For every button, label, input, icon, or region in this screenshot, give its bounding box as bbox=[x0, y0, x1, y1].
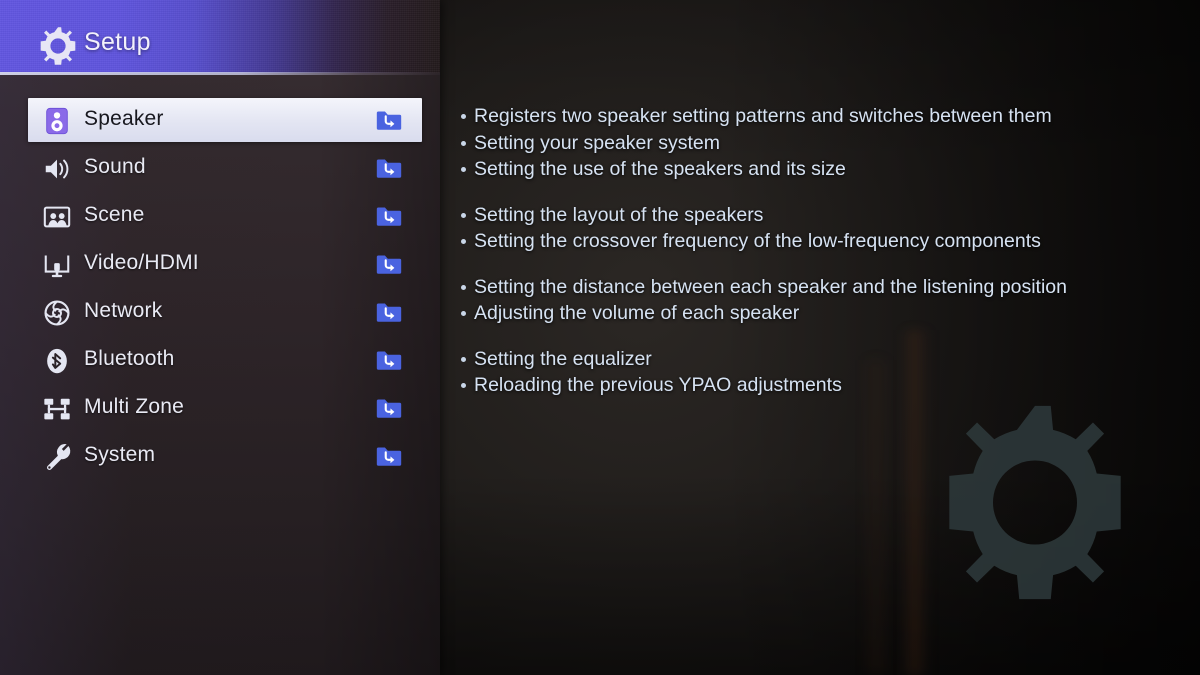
folder-enter-icon[interactable] bbox=[376, 349, 402, 371]
description-group: Setting the layout of the speakers Setti… bbox=[460, 202, 1160, 255]
description-group: Registers two speaker setting patterns a… bbox=[460, 103, 1160, 183]
folder-enter-icon[interactable] bbox=[376, 109, 402, 131]
folder-enter-icon[interactable] bbox=[376, 205, 402, 227]
sidebar-item-sound[interactable]: Sound bbox=[0, 144, 440, 192]
gear-icon bbox=[40, 27, 76, 65]
sidebar-item-multi-zone[interactable]: Multi Zone bbox=[0, 384, 440, 432]
gear-watermark-icon bbox=[949, 405, 1121, 600]
sidebar-item-label: Network bbox=[84, 299, 163, 322]
sidebar-item-scene-row[interactable]: Scene bbox=[28, 194, 422, 238]
description-bullet: Setting the distance between each speake… bbox=[460, 274, 1160, 301]
description-group: Setting the equalizer Reloading the prev… bbox=[460, 346, 1160, 399]
globe-icon bbox=[44, 300, 70, 326]
description-bullet: Setting your speaker system bbox=[460, 130, 1160, 157]
sidebar-item-label: Multi Zone bbox=[84, 395, 185, 418]
sidebar-item-system[interactable]: System bbox=[0, 432, 440, 480]
sidebar-item-video-hdmi-row[interactable]: Video/HDMI bbox=[28, 242, 422, 286]
header-divider bbox=[0, 72, 440, 75]
screen-people-icon bbox=[43, 206, 71, 228]
folder-enter-icon[interactable] bbox=[376, 157, 402, 179]
sidebar-item-label: Video/HDMI bbox=[84, 251, 199, 274]
sidebar-item-label: System bbox=[84, 443, 156, 466]
sidebar-item-multi-zone-row[interactable]: Multi Zone bbox=[28, 386, 422, 430]
sidebar-item-label: Bluetooth bbox=[84, 347, 175, 370]
description-panel: Registers two speaker setting patterns a… bbox=[460, 103, 1160, 418]
sidebar-item-sound-row[interactable]: Sound bbox=[28, 146, 422, 190]
sidebar-item-label: Sound bbox=[84, 155, 146, 178]
sidebar-item-label: Speaker bbox=[84, 107, 164, 130]
sidebar-item-label: Scene bbox=[84, 203, 145, 226]
setup-screen: Setup Speaker Sound Scene Video/HDMI Net… bbox=[0, 0, 1200, 675]
sidebar-item-speaker[interactable]: Speaker bbox=[0, 96, 440, 144]
folder-enter-icon[interactable] bbox=[376, 253, 402, 275]
sidebar-item-bluetooth-row[interactable]: Bluetooth bbox=[28, 338, 422, 382]
description-group: Setting the distance between each speake… bbox=[460, 274, 1160, 327]
sidebar-item-speaker-row[interactable]: Speaker bbox=[28, 98, 422, 142]
folder-enter-icon[interactable] bbox=[376, 301, 402, 323]
sidebar-item-video-hdmi[interactable]: Video/HDMI bbox=[0, 240, 440, 288]
description-bullet: Setting the use of the speakers and its … bbox=[460, 156, 1160, 183]
page-title: Setup bbox=[84, 28, 151, 56]
description-bullet: Setting the equalizer bbox=[460, 346, 1160, 373]
folder-enter-icon[interactable] bbox=[376, 397, 402, 419]
sidebar-panel: Setup Speaker Sound Scene Video/HDMI Net… bbox=[0, 0, 440, 675]
description-bullet: Reloading the previous YPAO adjustments bbox=[460, 372, 1160, 399]
description-bullet: Registers two speaker setting patterns a… bbox=[460, 103, 1160, 130]
speaker-box-icon bbox=[46, 107, 68, 135]
description-bullet: Setting the crossover frequency of the l… bbox=[460, 228, 1160, 255]
sidebar-item-scene[interactable]: Scene bbox=[0, 192, 440, 240]
wrench-icon bbox=[46, 444, 71, 471]
sidebar-item-bluetooth[interactable]: Bluetooth bbox=[0, 336, 440, 384]
description-bullet: Setting the layout of the speakers bbox=[460, 202, 1160, 229]
sidebar-item-system-row[interactable]: System bbox=[28, 434, 422, 478]
description-bullet: Adjusting the volume of each speaker bbox=[460, 300, 1160, 327]
monitor-plug-icon bbox=[44, 255, 70, 278]
multi-zone-icon bbox=[44, 398, 70, 420]
sidebar-item-network-row[interactable]: Network bbox=[28, 290, 422, 334]
setup-menu-list: Speaker Sound Scene Video/HDMI Network B… bbox=[0, 96, 440, 480]
bluetooth-icon bbox=[47, 348, 67, 374]
loudspeaker-waves-icon bbox=[45, 159, 69, 179]
folder-enter-icon[interactable] bbox=[376, 445, 402, 467]
sidebar-item-network[interactable]: Network bbox=[0, 288, 440, 336]
